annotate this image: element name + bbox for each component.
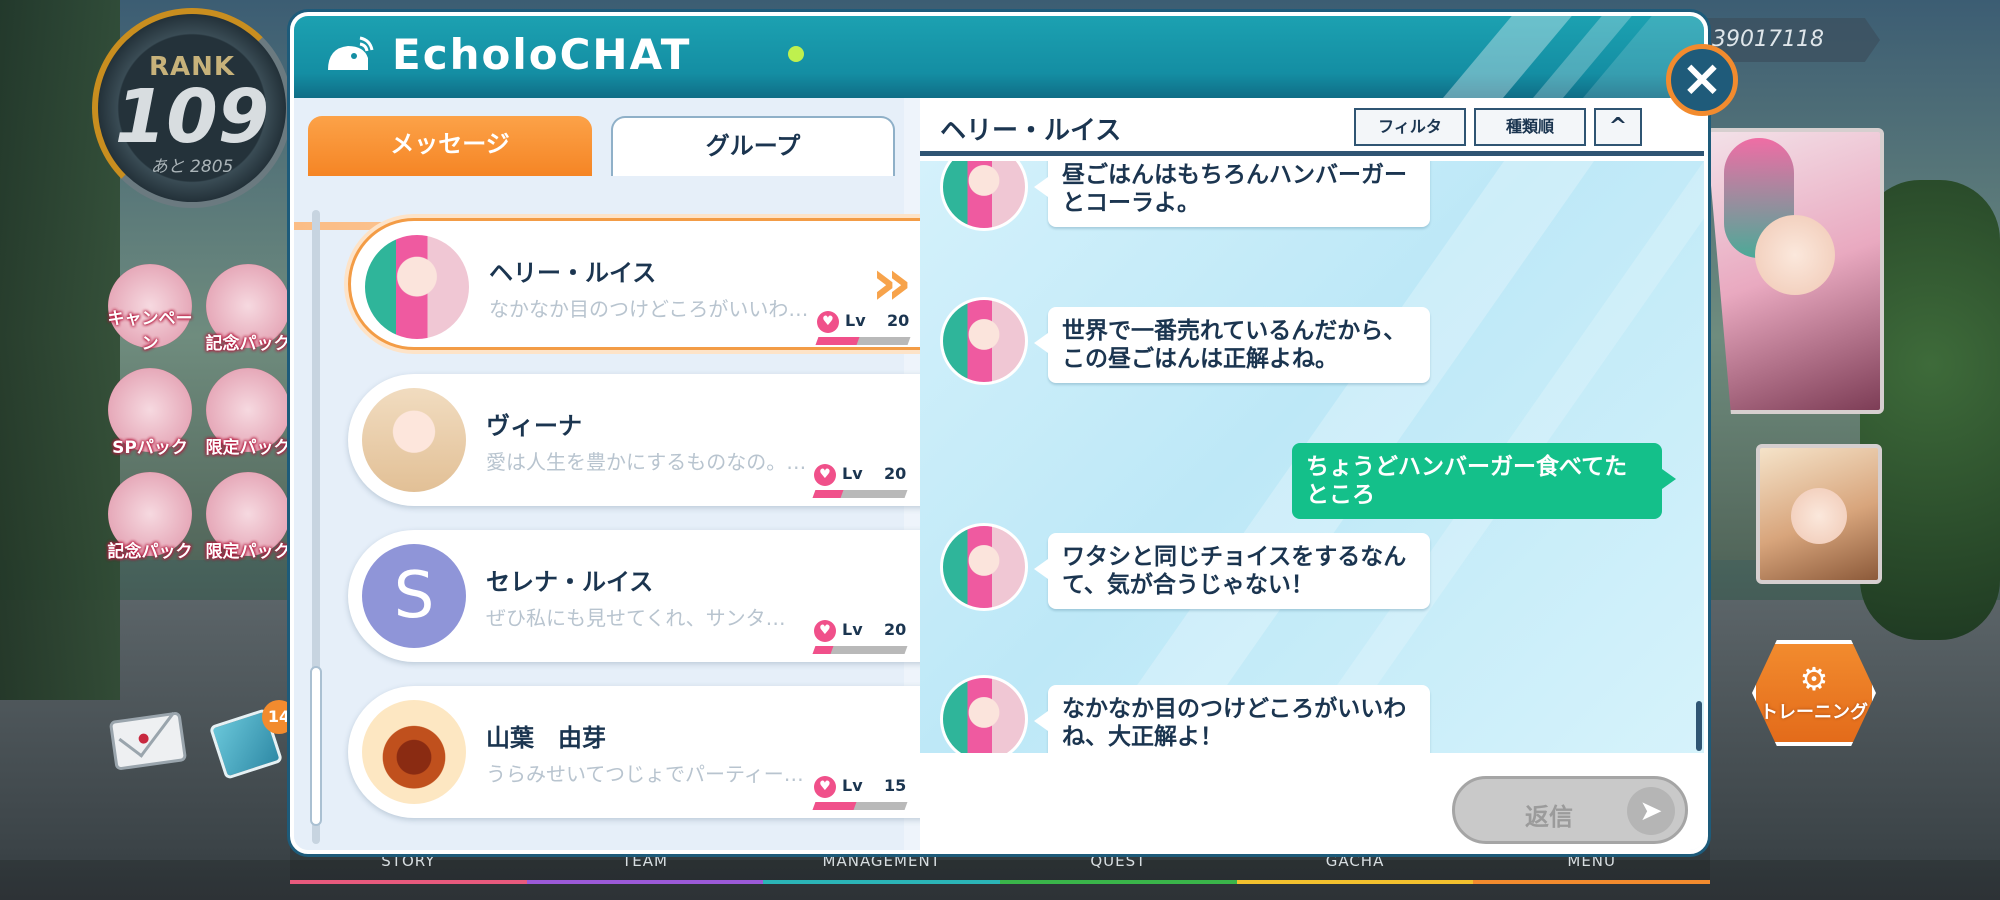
mail-icon[interactable] [108, 711, 188, 771]
level-value: 20 [884, 620, 907, 639]
contact-preview: ぜひ私にも見せてくれ、サンタ… [486, 606, 786, 630]
character-face [1755, 215, 1835, 296]
contact-list-pane: メッセージ グループ ヘリー・ルイス なかなか目のつけどころがいいわ… ♥ Lv… [294, 98, 928, 850]
limited-pack-button-2[interactable]: 限定パック [206, 472, 291, 562]
contact-avatar [362, 700, 466, 804]
contact-item[interactable]: ヴィーナ 愛は人生を豊かにするものなの。… ♥ Lv 20 [348, 374, 928, 506]
side-button-label: 記念パック [205, 334, 291, 354]
close-icon[interactable]: × [1666, 44, 1738, 116]
send-arrow-icon: ➤ [1627, 787, 1675, 835]
echolochat-dialog: EcholoCHAT メッセージ グループ ヘリー・ルイス なかなか目のつけどこ… [290, 12, 1708, 854]
level-value: 20 [884, 464, 907, 483]
conversation-pane: ヘリー・ルイス フィルタ 種類順 ^ 昼ごはんはもちろんハンバーガーとコーラよ。… [920, 98, 1704, 850]
affinity-fill [812, 490, 844, 498]
message-bubble: なかなか目のつけどころがいいわね、大正解よ！ [1034, 685, 1430, 753]
side-button-label: 限定パック [205, 438, 291, 458]
app-title: EcholoCHAT [392, 30, 692, 79]
side-button-label: 限定パック [205, 542, 291, 562]
thread-title: ヘリー・ルイス [940, 116, 1122, 146]
contact-preview: うらみせいてつじょでパーティー… [486, 762, 804, 786]
contact-name: 山葉 由芽 [486, 724, 606, 752]
affinity-bar [812, 646, 908, 654]
level-label: Lv [842, 464, 863, 483]
mail-seal-icon [137, 732, 150, 745]
affinity-fill [815, 337, 860, 345]
contact-item[interactable]: S セレナ・ルイス ぜひ私にも見せてくれ、サンタ… ♥ Lv 20 [348, 530, 928, 662]
chat-header: EcholoCHAT [294, 16, 1704, 98]
contact-avatar: S [362, 544, 466, 648]
affinity-fill [812, 646, 834, 654]
anniversary-pack-button[interactable]: 記念パック [206, 264, 291, 354]
message-bubble-self: ちょうどハンバーガー食べてたところ [1292, 443, 1676, 519]
sp-pack-button[interactable]: SPパック [108, 368, 192, 458]
contact-name: ヘリー・ルイス [489, 259, 657, 287]
filter-button[interactable]: フィルタ [1354, 108, 1466, 146]
level-label: Lv [842, 620, 863, 639]
contact-preview: なかなか目のつけどころがいいわ… [489, 297, 809, 321]
limited-pack-button[interactable]: 限定パック [206, 368, 291, 458]
side-button-label: SPパック [112, 438, 188, 458]
heart-icon: ♥ [814, 464, 836, 486]
affinity-bar [812, 490, 908, 498]
contact-avatar [362, 388, 466, 492]
featured-character-banner[interactable] [1706, 128, 1884, 414]
thread-header: ヘリー・ルイス フィルタ 種類順 ^ [920, 98, 1704, 156]
message-scrollbar-thumb[interactable] [1696, 701, 1702, 751]
campaign-button[interactable]: キャンペーン [108, 264, 193, 354]
heart-icon: ♥ [817, 311, 839, 333]
affinity-bar [815, 337, 911, 345]
contact-preview: 愛は人生を豊かにするものなの。… [486, 450, 807, 474]
side-button-label: 記念パック [107, 542, 193, 562]
affinity-bar [812, 802, 908, 810]
message-avatar[interactable] [940, 523, 1028, 611]
rank-dial[interactable]: RANK 109 あと 2805 [92, 8, 292, 208]
contact-name: ヴィーナ [486, 412, 582, 440]
contact-avatar [365, 235, 469, 339]
logo-dot-icon [788, 46, 804, 62]
message-avatar[interactable] [940, 675, 1028, 753]
side-button-label: キャンペーン [107, 309, 193, 354]
character-face [1791, 487, 1847, 544]
chat-tabs: メッセージ グループ [308, 116, 898, 180]
reply-button[interactable]: 返信 ➤ [1452, 776, 1688, 844]
message-area[interactable]: 昼ごはんはもちろんハンバーガーとコーラよ。 世界で一番売れているんだから、この昼… [920, 161, 1704, 753]
echolochat-logo-icon [328, 36, 374, 70]
heart-icon: ♥ [814, 776, 836, 798]
tab-messages[interactable]: メッセージ [308, 116, 592, 176]
level-label: Lv [842, 776, 863, 795]
affinity-fill [812, 802, 857, 810]
sort-button[interactable]: 種類順 [1474, 108, 1586, 146]
tab-groups[interactable]: グループ [611, 116, 895, 176]
message-bubble: 世界で一番売れているんだから、この昼ごはんは正解よね。 [1034, 307, 1430, 383]
rank-value: 109 [114, 74, 270, 160]
training-label: トレーニング [1760, 702, 1868, 723]
message-bubble: 昼ごはんはもちろんハンバーガーとコーラよ。 [1034, 161, 1430, 227]
contact-scrollbar-thumb[interactable] [310, 666, 322, 826]
reply-label: 返信 [1525, 803, 1573, 831]
message-bubble: ワタシと同じチョイスをするなんて、気が合うじゃない！ [1034, 533, 1430, 609]
selected-chevron-icon: » [871, 246, 913, 320]
bike-icon: ⚙ [1799, 660, 1829, 698]
training-button[interactable]: ⚙ トレーニング [1752, 640, 1876, 746]
contact-name: セレナ・ルイス [486, 568, 654, 596]
anniversary-pack-button-2[interactable]: 記念パック [108, 472, 193, 562]
contact-item[interactable]: 山葉 由芽 うらみせいてつじょでパーティー… ♥ Lv 15 [348, 686, 928, 818]
level-value: 15 [884, 776, 907, 795]
heart-icon: ♥ [814, 620, 836, 642]
contact-item[interactable]: ヘリー・ルイス なかなか目のつけどころがいいわ… ♥ Lv 20 » [348, 218, 928, 350]
level-label: Lv [845, 311, 866, 330]
message-avatar[interactable] [940, 161, 1028, 231]
collapse-up-icon[interactable]: ^ [1594, 108, 1642, 146]
featured-character-banner-2[interactable] [1756, 444, 1882, 584]
message-avatar[interactable] [940, 297, 1028, 385]
